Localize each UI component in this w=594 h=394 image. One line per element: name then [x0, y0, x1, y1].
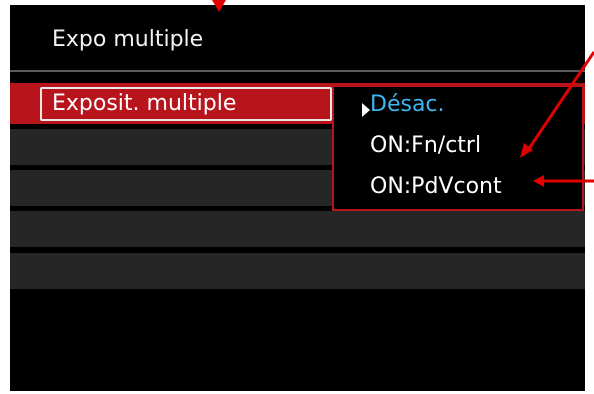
title-divider	[10, 70, 585, 72]
option-label: Désac.	[370, 92, 445, 117]
camera-lcd-screen: Expo multiple Exposit. multiple Désac. O…	[10, 5, 585, 391]
options-dropdown[interactable]: Désac. ON:Fn/ctrl ON:PdVcont	[332, 85, 584, 211]
menu-title: Expo multiple	[52, 27, 204, 52]
menu-row-empty-3	[10, 211, 585, 247]
option-on-pdvcont[interactable]: ON:PdVcont	[358, 174, 502, 199]
menu-row-empty-4	[10, 253, 585, 289]
setting-label: Exposit. multiple	[52, 91, 237, 116]
option-label: ON:Fn/ctrl	[370, 133, 482, 158]
option-on-fn-ctrl[interactable]: ON:Fn/ctrl	[358, 133, 481, 158]
selection-caret-icon	[362, 103, 370, 117]
option-label: ON:PdVcont	[370, 174, 502, 199]
option-desac[interactable]: Désac.	[358, 92, 445, 117]
